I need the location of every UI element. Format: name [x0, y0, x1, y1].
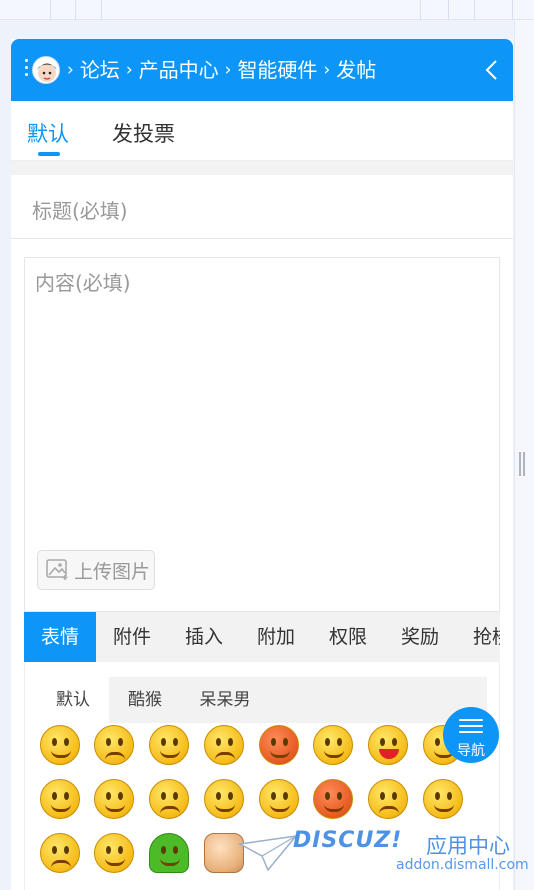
grin-emoji-icon[interactable] [149, 725, 189, 765]
watermark-url: addon.dismall.com [396, 857, 529, 873]
emoticon-set-default[interactable]: 默认 [37, 677, 109, 723]
editor-panel-tabs: 表情 附件 插入 附加 权限 奖励 抢楼 [24, 612, 500, 662]
navigation-label: 导航 [457, 743, 485, 759]
tab-permissions[interactable]: 权限 [312, 612, 384, 662]
watermark: DISCUZ! 应用中心 addon.dismall.com [238, 826, 529, 890]
content-textarea[interactable]: 内容(必填) 上传图片 [24, 257, 500, 612]
tab-floor-grab[interactable]: 抢楼 [456, 612, 500, 662]
emoticon-set-monkey[interactable]: 酷猴 [109, 677, 181, 723]
tab-insert[interactable]: 插入 [168, 612, 240, 662]
emoticon-set-daidainan[interactable]: 呆呆男 [185, 677, 265, 723]
emoticon-set-tabs: 默认 酷猴 呆呆男 [37, 677, 487, 723]
green-figure-emoji-icon[interactable] [149, 833, 189, 873]
breadcrumb: › 论坛 › 产品中心 › 智能硬件 › 发帖 [67, 57, 376, 83]
sleepy-emoji-icon[interactable] [94, 833, 134, 873]
content-placeholder: 内容(必填) [35, 271, 131, 295]
breadcrumb-separator: › [67, 60, 74, 80]
menu-icon [459, 719, 483, 737]
watermark-brand: DISCUZ! [293, 828, 403, 853]
cry-emoji-icon[interactable] [204, 725, 244, 765]
watermark-name: 应用中心 [426, 834, 510, 858]
annoyed-emoji-icon[interactable] [368, 779, 408, 819]
post-type-tabs: 默认 发投票 [11, 101, 513, 161]
tongue-emoji-icon[interactable] [368, 725, 408, 765]
smirk-emoji-icon[interactable] [94, 779, 134, 819]
resize-handle[interactable] [519, 452, 525, 476]
top-toolbar-strip [0, 0, 534, 20]
breadcrumb-forum[interactable]: 论坛 [80, 57, 120, 83]
laugh-emoji-icon[interactable] [40, 779, 80, 819]
shock-emoji-icon[interactable] [313, 779, 353, 819]
teeth-emoji-icon[interactable] [204, 779, 244, 819]
breadcrumb-separator: › [323, 60, 331, 80]
smile-emoji-icon[interactable] [40, 725, 80, 765]
breadcrumb-products[interactable]: 产品中心 [139, 57, 219, 83]
angry-emoji-icon[interactable] [259, 725, 299, 765]
paper-plane-icon [238, 834, 298, 872]
title-input[interactable]: 标题(必填) [11, 175, 513, 239]
happy-emoji-icon[interactable] [259, 779, 299, 819]
upload-image-button[interactable]: 上传图片 [37, 550, 155, 590]
grimace-emoji-icon[interactable] [149, 779, 189, 819]
upload-image-label: 上传图片 [74, 560, 151, 583]
tab-rewards[interactable]: 奖励 [384, 612, 456, 662]
tab-extra[interactable]: 附加 [240, 612, 312, 662]
avatar[interactable] [32, 56, 60, 84]
divider [11, 161, 513, 175]
tab-poll[interactable]: 发投票 [112, 118, 175, 148]
tab-emoticons[interactable]: 表情 [24, 612, 96, 662]
mute-emoji-icon[interactable] [40, 833, 80, 873]
menu-dots-icon[interactable] [25, 59, 29, 80]
back-chevron-icon[interactable] [481, 59, 503, 81]
tab-default[interactable]: 默认 [27, 118, 69, 156]
breadcrumb-current: 发帖 [336, 58, 377, 82]
image-icon [46, 559, 68, 580]
navigation-button[interactable]: 导航 [443, 707, 499, 763]
surprised-emoji-icon[interactable] [313, 725, 353, 765]
header-bar: › 论坛 › 产品中心 › 智能硬件 › 发帖 [11, 39, 513, 101]
sad-emoji-icon[interactable] [94, 725, 134, 765]
breadcrumb-separator: › [125, 60, 133, 80]
angel-emoji-icon[interactable] [423, 779, 463, 819]
breadcrumb-smart-hardware[interactable]: 智能硬件 [237, 57, 317, 83]
breadcrumb-separator: › [224, 60, 232, 80]
tab-attachments[interactable]: 附件 [96, 612, 168, 662]
post-editor-page: › 论坛 › 产品中心 › 智能硬件 › 发帖 默认 发投票 标题(必填) 内容… [11, 39, 513, 890]
